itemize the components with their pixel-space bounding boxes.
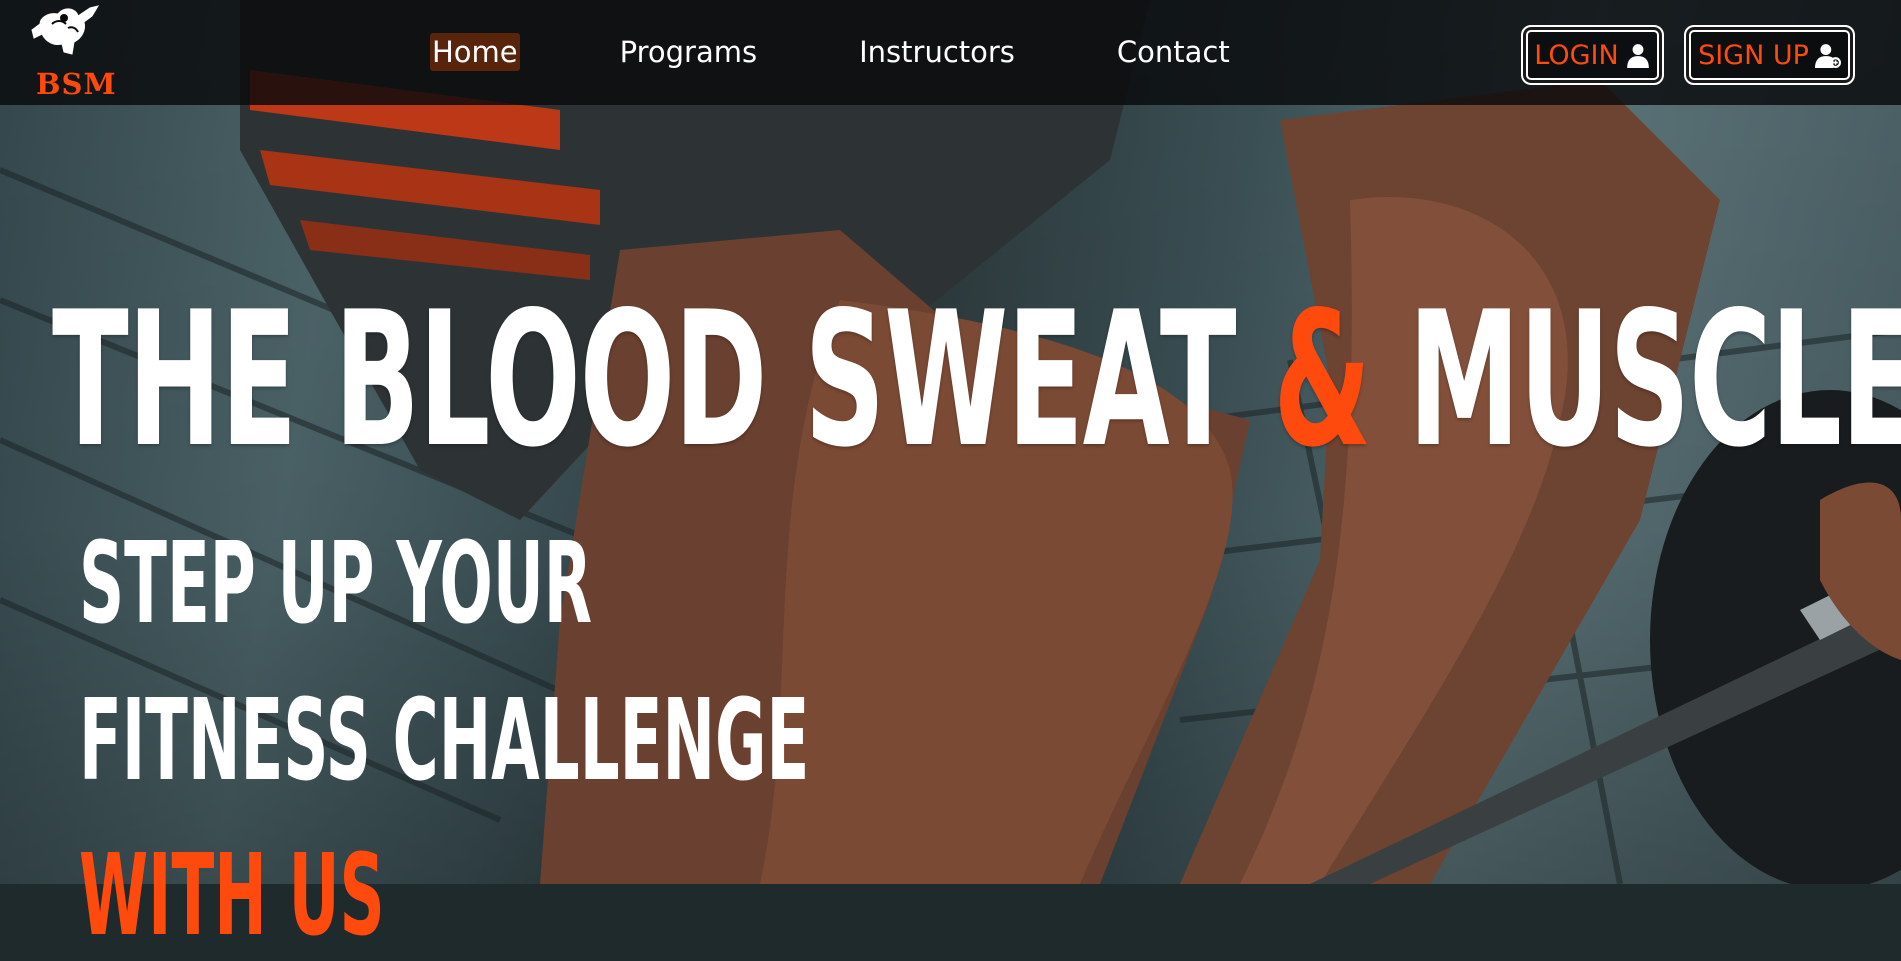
tagline-line-2: FITNESS CHALLENGE <box>79 676 810 806</box>
user-icon <box>1626 44 1649 68</box>
muscle-man-logo-icon <box>31 5 100 55</box>
nav-link-instructors[interactable]: Instructors <box>857 33 1017 71</box>
signup-button-label: SIGN UP <box>1698 39 1809 71</box>
tagline-line-1: STEP UP YOUR <box>79 519 593 649</box>
hero-title: THE BLOOD SWEAT & MUSCLES <box>52 286 1901 473</box>
nav-link-programs[interactable]: Programs <box>618 33 759 71</box>
tagline-line-3: WITH US <box>79 831 385 961</box>
login-button[interactable]: LOGIN <box>1521 25 1664 85</box>
main-nav: Home Programs Instructors Contact <box>430 0 1232 105</box>
logo-text: BSM <box>36 67 117 101</box>
hero-title-part1: THE BLOOD SWEAT <box>52 270 1274 488</box>
nav-link-contact[interactable]: Contact <box>1115 33 1232 71</box>
hero-title-ampersand: & <box>1273 270 1371 488</box>
signup-button[interactable]: SIGN UP <box>1684 25 1855 85</box>
nav-link-home[interactable]: Home <box>430 32 520 71</box>
login-button-label: LOGIN <box>1534 39 1619 71</box>
brand-logo[interactable]: BSM <box>26 4 116 100</box>
user-add-icon <box>1814 44 1841 68</box>
top-navbar: BSM Home Programs Instructors Contact LO… <box>0 0 1901 105</box>
hero-title-part2: MUSCLES <box>1408 270 1901 488</box>
